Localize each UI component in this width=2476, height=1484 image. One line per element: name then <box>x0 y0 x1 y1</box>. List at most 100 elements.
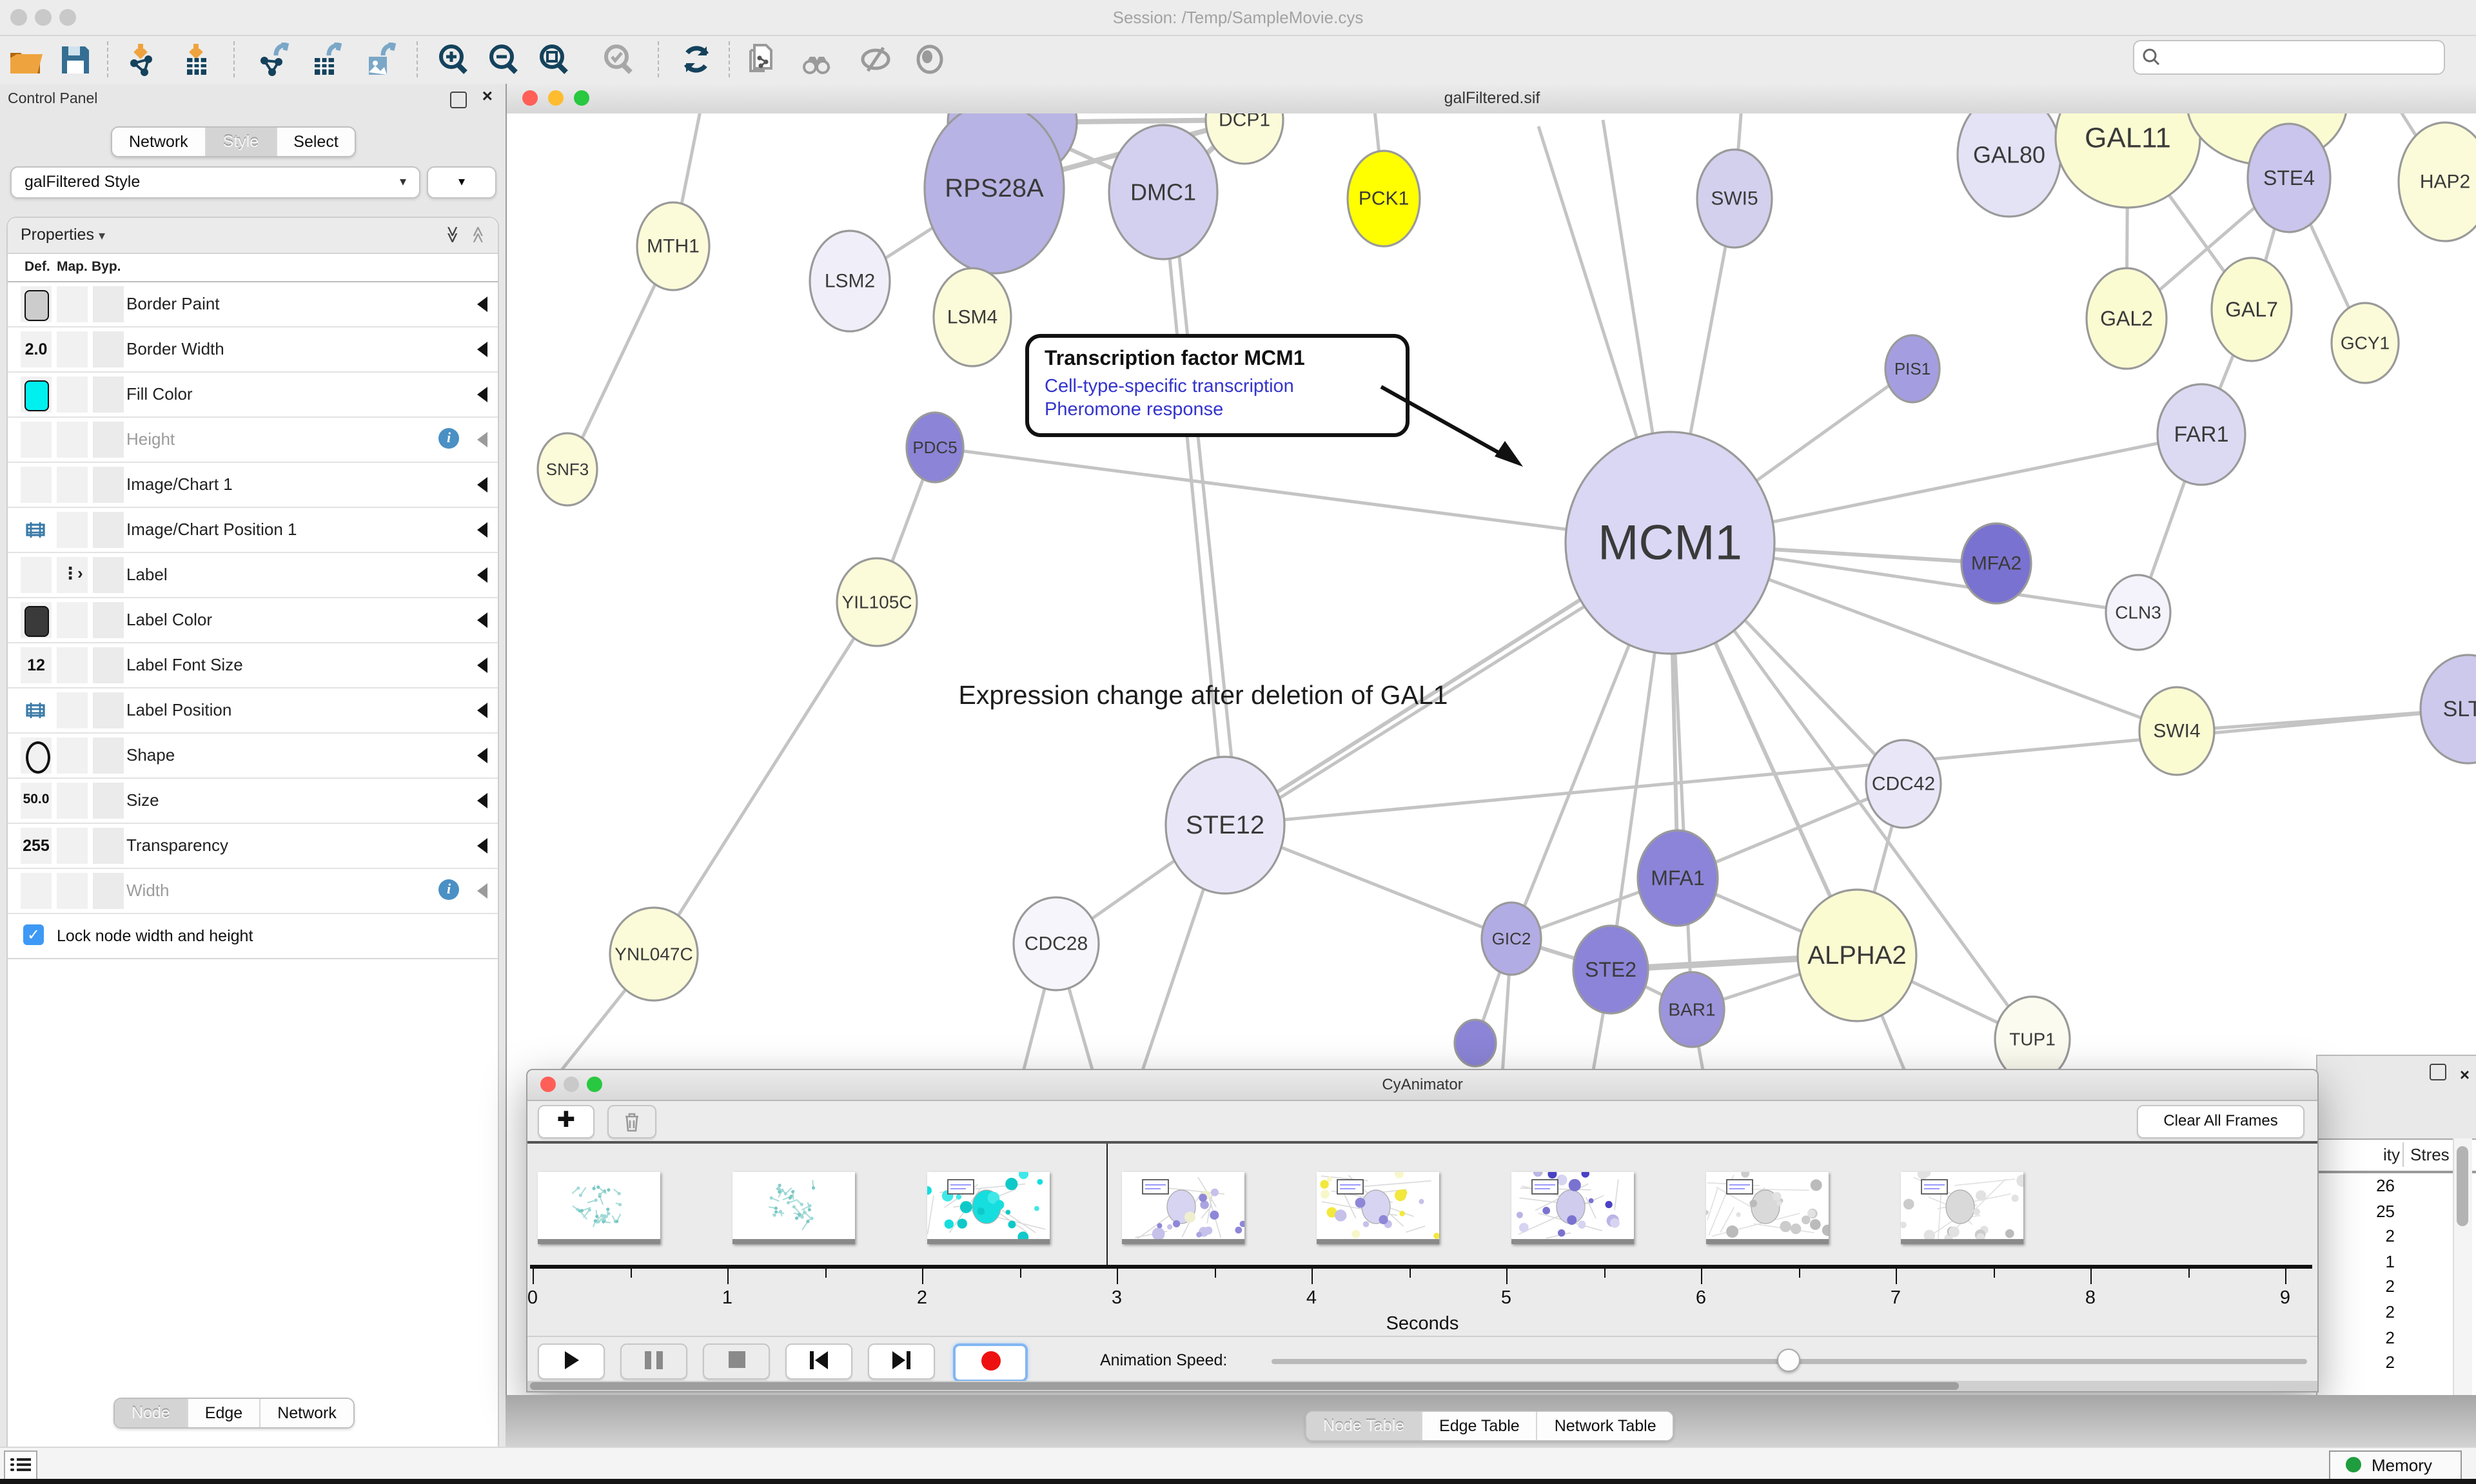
delete-frame-button[interactable] <box>607 1105 656 1138</box>
network-edge[interactable] <box>654 602 877 954</box>
network-node-snf3[interactable]: SNF3 <box>538 433 597 505</box>
expand-row-icon[interactable] <box>477 432 487 447</box>
tab-node[interactable]: Node <box>115 1399 188 1427</box>
color-swatch[interactable] <box>25 606 49 637</box>
table-scrollbar[interactable] <box>2453 1138 2472 1396</box>
cyanimator-titlebar[interactable]: CyAnimator <box>527 1070 2317 1101</box>
timeline-scrollbar[interactable] <box>527 1381 2317 1391</box>
info-icon[interactable]: i <box>438 879 459 900</box>
network-node-gcy1[interactable]: GCY1 <box>2332 303 2399 383</box>
network-node-pdc5[interactable]: PDC5 <box>907 413 963 482</box>
property-row-label[interactable]: ⋮›Label <box>8 553 498 598</box>
expand-row-icon[interactable] <box>477 522 487 538</box>
show-panels-button[interactable] <box>4 1450 37 1480</box>
export-image-icon[interactable] <box>362 43 397 77</box>
network-window-titlebar[interactable]: galFiltered.sif <box>507 84 2476 115</box>
network-node-dmc1[interactable]: DMC1 <box>1109 125 1217 259</box>
default-value[interactable]: 2.0 <box>21 340 52 358</box>
import-network-icon[interactable] <box>124 43 159 77</box>
frame-thumbnail-2[interactable] <box>927 1172 1050 1244</box>
skip-to-end-button[interactable] <box>868 1343 935 1380</box>
color-swatch[interactable] <box>25 290 49 321</box>
property-row-image-chart-position-1[interactable]: Image/Chart Position 1 <box>8 508 498 553</box>
export-table-icon[interactable] <box>308 43 343 77</box>
frame-thumbnail-3[interactable] <box>1122 1172 1244 1244</box>
property-row-shape[interactable]: Shape <box>8 734 498 779</box>
frame-thumbnail-7[interactable] <box>1901 1172 2023 1244</box>
property-row-image-chart-1[interactable]: Image/Chart 1 <box>8 463 498 508</box>
close-window-icon[interactable] <box>522 90 538 106</box>
minimize-window-icon[interactable] <box>564 1077 579 1092</box>
network-node-dcp1[interactable]: DCP1 <box>1206 113 1283 164</box>
annotation-box[interactable]: Transcription factor MCM1 Cell-type-spec… <box>1025 334 1410 437</box>
network-node-mth1[interactable]: MTH1 <box>637 202 709 290</box>
network-node-gal80[interactable]: GAL80 <box>1958 113 2061 217</box>
pause-button[interactable] <box>620 1343 687 1380</box>
network-node-ste2[interactable]: STE2 <box>1573 926 1648 1013</box>
style-options-button[interactable]: ▾ <box>427 166 496 199</box>
frame-thumbnail-5[interactable] <box>1511 1172 1634 1244</box>
network-node-gal2[interactable]: GAL2 <box>2087 268 2166 369</box>
property-row-width[interactable]: Widthi <box>8 869 498 914</box>
property-row-border-paint[interactable]: Border Paint <box>8 282 498 327</box>
network-node-alpha2[interactable]: ALPHA2 <box>1798 890 1916 1021</box>
expand-row-icon[interactable] <box>477 342 487 357</box>
expand-row-icon[interactable] <box>477 883 487 899</box>
network-node-lsm4[interactable]: LSM4 <box>934 268 1011 366</box>
open-folder-icon[interactable] <box>8 43 43 77</box>
network-node-pck1[interactable]: PCK1 <box>1348 151 1420 246</box>
property-row-label-position[interactable]: Label Position <box>8 688 498 734</box>
network-node-cln3[interactable]: CLN3 <box>2106 575 2170 650</box>
style-selector[interactable]: galFiltered Style ▾ <box>10 166 420 199</box>
network-node-slt2[interactable]: SLT2 <box>2421 655 2476 763</box>
properties-header[interactable]: Properties ▾ ≫ ≫ <box>8 218 498 254</box>
refresh-icon[interactable] <box>680 43 714 77</box>
network-node-mcm1[interactable]: MCM1 <box>1566 432 1774 654</box>
clone-network-icon[interactable] <box>744 43 779 77</box>
hide-selected-icon[interactable] <box>859 43 894 77</box>
show-all-icon[interactable] <box>913 43 948 77</box>
network-node-cdc28[interactable]: CDC28 <box>1014 897 1099 990</box>
scrollbar-thumb[interactable] <box>530 1382 1959 1390</box>
float-panel-icon[interactable] <box>450 92 467 108</box>
maximize-window-icon[interactable] <box>59 9 76 26</box>
close-window-icon[interactable] <box>540 1077 556 1092</box>
expand-row-icon[interactable] <box>477 658 487 673</box>
network-node-gic2[interactable]: GIC2 <box>1482 903 1541 975</box>
zoom-in-icon[interactable] <box>436 43 471 77</box>
network-node-hap2[interactable]: HAP2 <box>2399 122 2476 241</box>
network-node-ste4[interactable]: STE4 <box>2248 124 2330 232</box>
tab-style[interactable]: Style <box>206 128 277 156</box>
frame-thumbnail-6[interactable] <box>1706 1172 1829 1244</box>
frame-thumbnail-0[interactable] <box>538 1172 660 1244</box>
tab-edge[interactable]: Edge <box>188 1399 260 1427</box>
search-input[interactable] <box>2165 43 2439 72</box>
play-button[interactable] <box>538 1343 605 1380</box>
expand-row-icon[interactable] <box>477 703 487 718</box>
network-edge[interactable] <box>1163 192 1225 825</box>
network-node-ste12[interactable]: STE12 <box>1166 757 1284 893</box>
network-node-rps28a[interactable]: RPS28A <box>925 113 1064 273</box>
network-node-ynl047c[interactable]: YNL047C <box>610 908 698 1001</box>
property-row-fill-color[interactable]: Fill Color <box>8 373 498 418</box>
info-icon[interactable]: i <box>438 428 459 449</box>
network-node-sp1[interactable] <box>1455 1020 1496 1066</box>
mapping-icon[interactable]: ⋮› <box>62 563 82 584</box>
property-row-label-font-size[interactable]: 12Label Font Size <box>8 643 498 688</box>
column-header[interactable]: ity <box>2383 1145 2400 1164</box>
search-field[interactable] <box>2133 40 2445 75</box>
network-node-pis1[interactable]: PIS1 <box>1885 335 1940 402</box>
default-value[interactable]: 12 <box>21 656 52 674</box>
tab-network[interactable]: Network <box>112 128 206 156</box>
network-node-mfa1[interactable]: MFA1 <box>1638 830 1718 926</box>
property-row-label-color[interactable]: Label Color <box>8 598 498 643</box>
lock-node-size-checkbox[interactable]: ✓ <box>23 924 44 945</box>
add-frame-button[interactable]: ✚ <box>538 1105 594 1138</box>
first-neighbors-icon[interactable] <box>800 43 834 77</box>
scrollbar-thumb[interactable] <box>2457 1146 2468 1226</box>
tab-node-table[interactable]: Node Table <box>1306 1412 1422 1440</box>
default-value[interactable]: 255 <box>21 837 52 855</box>
shape-preview[interactable] <box>26 741 50 774</box>
maximize-window-icon[interactable] <box>574 90 589 106</box>
expand-row-icon[interactable] <box>477 748 487 763</box>
